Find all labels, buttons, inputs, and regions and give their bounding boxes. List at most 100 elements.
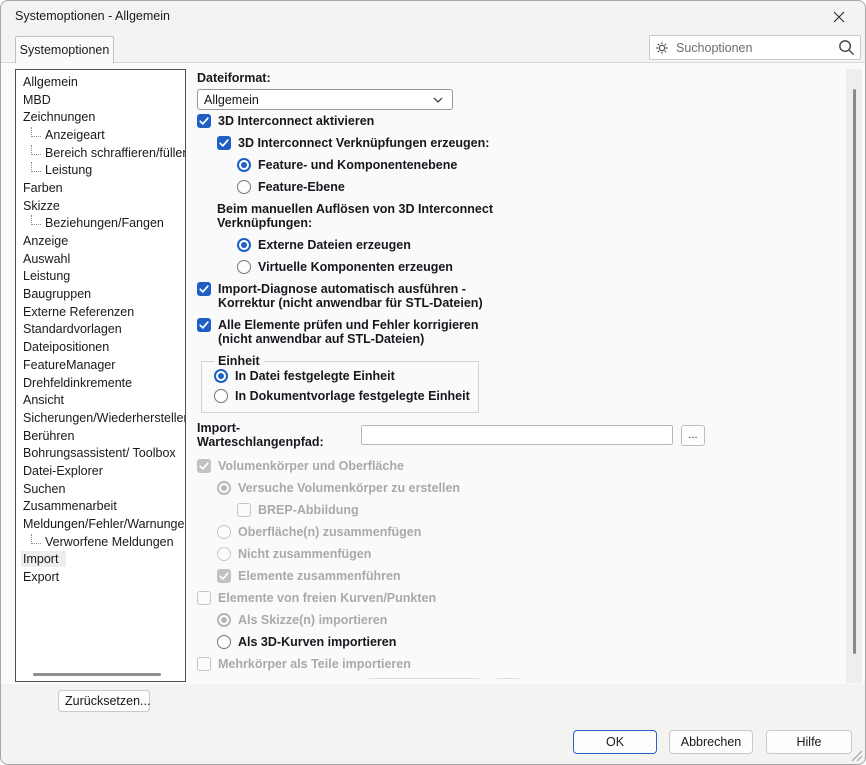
option-row: Feature-Ebene — [197, 180, 847, 194]
radio-checked[interactable] — [237, 158, 251, 172]
sidebar-item-label: Zeichnungen — [23, 110, 95, 124]
cancel-button[interactable]: Abbrechen — [669, 730, 753, 754]
radio-unchecked[interactable] — [237, 180, 251, 194]
sidebar-item-zeichnungen[interactable]: Zeichnungen — [16, 108, 185, 126]
sidebar-item-dateipositionen[interactable]: Dateipositionen — [16, 338, 185, 356]
radio-checked[interactable] — [237, 238, 251, 252]
sidebar-item-leistung[interactable]: Leistung — [16, 268, 185, 286]
sidebar-item-label: Berühren — [23, 429, 74, 443]
sidebar-item-baugruppen[interactable]: Baugruppen — [16, 285, 185, 303]
search-icon[interactable] — [837, 38, 856, 57]
radio-checked[interactable] — [214, 369, 228, 383]
search-input[interactable]: Suchoptionen — [676, 41, 837, 55]
sidebar-item-standardvorlagen[interactable]: Standardvorlagen — [16, 321, 185, 339]
option-label: Volumenkörper und Oberfläche — [218, 459, 404, 473]
sidebar-item-bereich-schraffieren-füllen[interactable]: Bereich schraffieren/füllen — [16, 144, 185, 162]
sidebar-item-farben[interactable]: Farben — [16, 179, 185, 197]
option-row: Versuche Volumenkörper zu erstellen — [197, 481, 847, 495]
sidebar-item-skizze[interactable]: Skizze — [16, 197, 185, 215]
sidebar-item-leistung[interactable]: Leistung — [16, 161, 185, 179]
sidebar-item-import[interactable]: Import — [16, 551, 185, 569]
sidebar-item-label: Export — [23, 570, 59, 584]
gear-icon[interactable] — [654, 40, 670, 56]
option-row: 3D Interconnect aktivieren — [197, 114, 847, 128]
sidebar-item-ansicht[interactable]: Ansicht — [16, 391, 185, 409]
sidebar-item-mbd[interactable]: MBD — [16, 91, 185, 109]
checkbox-checked[interactable] — [197, 459, 211, 473]
tab-systemoptionen[interactable]: Systemoptionen — [15, 36, 114, 63]
horizontal-scrollbar-thumb[interactable] — [33, 673, 161, 676]
sidebar-item-featuremanager[interactable]: FeatureManager — [16, 356, 185, 374]
option-text-row: Beim manuellen Auflösen von 3D Interconn… — [197, 202, 847, 230]
sidebar-item-suchen[interactable]: Suchen — [16, 480, 185, 498]
option-label: Versuche Volumenkörper zu erstellen — [238, 481, 460, 495]
radio-checked[interactable] — [217, 481, 231, 495]
sidebar-item-allgemein[interactable]: Allgemein — [16, 73, 185, 91]
checkbox-unchecked[interactable] — [237, 503, 251, 517]
horizontal-scrollbar[interactable] — [18, 669, 183, 679]
checkbox-checked[interactable] — [217, 136, 231, 150]
help-button[interactable]: Hilfe — [766, 730, 852, 754]
radio-unchecked[interactable] — [217, 635, 231, 649]
ok-button[interactable]: OK — [573, 730, 657, 754]
sidebar-item-label: Anzeigeart — [45, 128, 105, 142]
dateiformat-select[interactable]: Allgemein — [197, 89, 453, 110]
option-row: Als Skizze(n) importieren — [197, 613, 847, 627]
checkbox-unchecked[interactable] — [197, 657, 211, 671]
import-queue-path-row: Import-Warteschlangenpfad: ... — [197, 421, 847, 449]
radio-unchecked[interactable] — [237, 260, 251, 274]
sidebar-item-anzeigeart[interactable]: Anzeigeart — [16, 126, 185, 144]
checkbox-checked[interactable] — [197, 282, 211, 296]
sidebar-item-label: Dateipositionen — [23, 340, 109, 354]
sidebar-item-zusammenarbeit[interactable]: Zusammenarbeit — [16, 498, 185, 516]
sidebar-item-label: Auswahl — [23, 252, 70, 266]
sidebar-item-export[interactable]: Export — [16, 568, 185, 586]
option-label: Elemente zusammenführen — [238, 569, 401, 583]
sidebar-item-beziehungen-fangen[interactable]: Beziehungen/Fangen — [16, 215, 185, 233]
search-box[interactable]: Suchoptionen — [649, 35, 861, 60]
option-row: Feature- und Komponentenebene — [197, 158, 847, 172]
option-label: Externe Dateien erzeugen — [258, 238, 411, 252]
reset-button[interactable]: Zurücksetzen... — [58, 690, 150, 712]
checkbox-checked[interactable] — [217, 569, 231, 583]
radio-unchecked[interactable] — [214, 389, 228, 403]
sidebar-item-bohrungsassistent-toolbox[interactable]: Bohrungsassistent/ Toolbox — [16, 444, 185, 462]
sidebar-item-berühren[interactable]: Berühren — [16, 427, 185, 445]
option-row: Volumenkörper und Oberfläche — [197, 459, 847, 473]
sidebar-item-drehfeldinkremente[interactable]: Drehfeldinkremente — [16, 374, 185, 392]
option-label: Mehrkörper als Teile importieren — [218, 657, 411, 671]
option-label: Alle Elemente prüfen und Fehler korrigie… — [218, 318, 478, 346]
checkbox-unchecked[interactable] — [197, 591, 211, 605]
tree-elbow-icon — [31, 534, 41, 544]
sidebar-item-label: Anzeige — [23, 234, 68, 248]
radio-unchecked[interactable] — [217, 547, 231, 561]
browse-button[interactable]: ... — [681, 425, 705, 446]
dateiformat-value: Allgemein — [198, 93, 432, 107]
sidebar-item-datei-explorer[interactable]: Datei-Explorer — [16, 462, 185, 480]
sidebar-item-label: MBD — [23, 93, 51, 107]
sidebar-item-sicherungen-wiederherstellen[interactable]: Sicherungen/Wiederherstellen — [16, 409, 185, 427]
resize-grip[interactable] — [850, 749, 862, 761]
option-label: BREP-Abbildung — [258, 503, 359, 517]
sidebar-item-verworfene-meldungen[interactable]: Verworfene Meldungen — [16, 533, 185, 551]
radio-unchecked[interactable] — [217, 525, 231, 539]
vertical-scrollbar-thumb[interactable] — [853, 89, 856, 654]
radio-checked[interactable] — [217, 613, 231, 627]
option-label: 3D Interconnect Verknüpfungen erzeugen: — [238, 136, 489, 150]
sidebar-item-label: Leistung — [45, 163, 92, 177]
vertical-scrollbar[interactable] — [846, 69, 862, 683]
option-row: Externe Dateien erzeugen — [197, 238, 847, 252]
checkbox-checked[interactable] — [197, 114, 211, 128]
sidebar-item-meldungen-fehler-warnungen[interactable]: Meldungen/Fehler/Warnungen — [16, 515, 185, 533]
sidebar-item-auswahl[interactable]: Auswahl — [16, 250, 185, 268]
import-queue-path-input[interactable] — [361, 425, 673, 445]
sidebar-item-externe-referenzen[interactable]: Externe Referenzen — [16, 303, 185, 321]
checkbox-checked[interactable] — [197, 318, 211, 332]
tree-elbow-icon — [31, 145, 41, 155]
options-category-list: Allgemein MBD Zeichnungen Anzeigeart Bereich… — [15, 69, 186, 682]
sidebar-item-label: Baugruppen — [23, 287, 91, 301]
option-label: In Datei festgelegte Einheit — [235, 369, 395, 383]
sidebar-item-anzeige[interactable]: Anzeige — [16, 232, 185, 250]
close-icon[interactable] — [823, 5, 855, 29]
system-options-dialog: Systemoptionen - Allgemein Systemoptione… — [0, 0, 866, 765]
